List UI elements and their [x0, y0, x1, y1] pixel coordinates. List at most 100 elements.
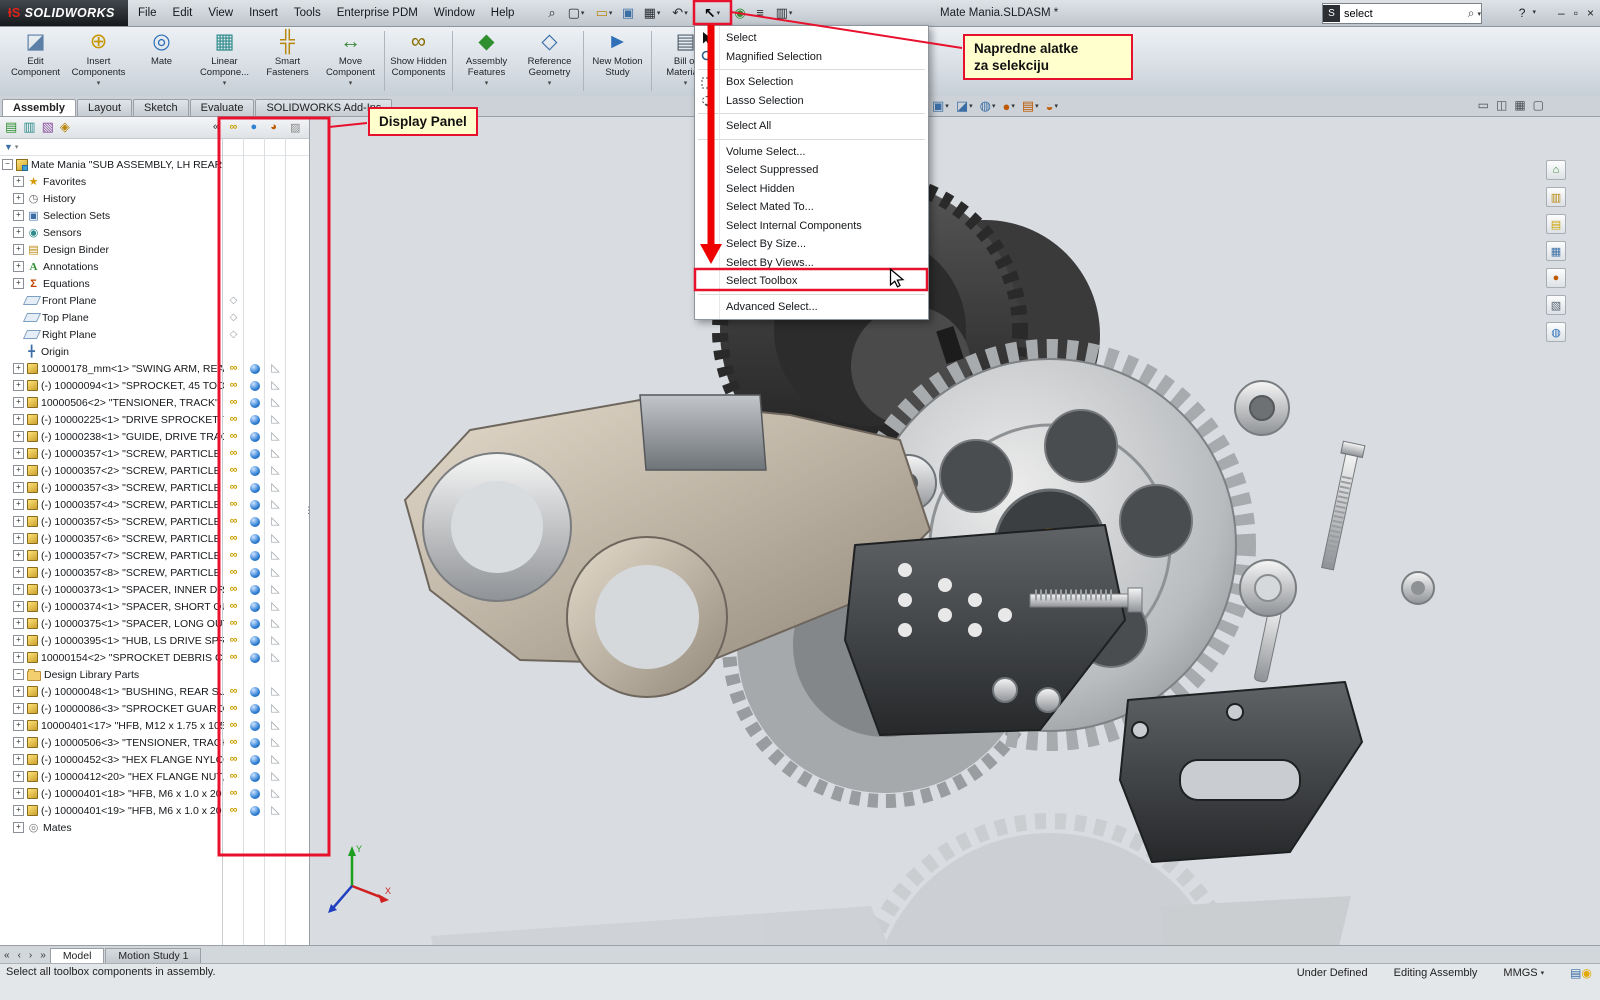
tree-item-10000412-20-hex-flange-nut[interactable]: + (-) 10000412<20> "HEX FLANGE NUT, [0, 768, 224, 785]
display-mode-cell[interactable] [244, 598, 265, 615]
transparency-header-icon[interactable]: ▨ [290, 121, 300, 134]
tree-item-10000357-3-screw-particle-b[interactable]: + (-) 10000357<3> "SCREW, PARTICLE B [0, 479, 224, 496]
graphics-viewport[interactable]: Y X ⌂ ▥ ▤ ▦ ● ▧ ◍ [311, 116, 1600, 946]
units-selector[interactable]: MMGS ▾ [1503, 967, 1544, 979]
menu-item-select-by-size[interactable]: Select By Size... [695, 235, 928, 254]
hex-bolt[interactable] [1035, 687, 1061, 713]
display-hide-cell[interactable]: ∞ [223, 683, 244, 700]
display-mode-cell[interactable] [244, 632, 265, 649]
display-mode-header-icon[interactable]: ● [251, 121, 258, 134]
display-hide-cell[interactable]: ∞ [223, 802, 244, 819]
tree-item-10000357-6-screw-particle-b[interactable]: + (-) 10000357<6> "SCREW, PARTICLE B [0, 530, 224, 547]
display-appearance-cell[interactable]: ◺ [265, 751, 286, 768]
display-mode-cell[interactable] [244, 768, 265, 785]
display-mode-cell[interactable] [244, 513, 265, 530]
search-scope-icon[interactable]: S [1323, 5, 1340, 22]
display-mode-cell[interactable] [244, 462, 265, 479]
display-hide-cell[interactable]: ∞ [223, 785, 244, 802]
quicktool-options-button[interactable]: ▥ ▾ [770, 2, 798, 24]
tree-expander-icon[interactable]: + [13, 176, 24, 187]
menu-item-select-toolbox[interactable]: Select Toolbox [695, 272, 928, 291]
dimxpert-tab-icon[interactable]: ◈ [60, 119, 70, 134]
viewport-pane-2-icon[interactable]: ◫ [1496, 98, 1507, 112]
display-hide-cell[interactable]: ∞ [223, 734, 244, 751]
washer[interactable] [1401, 571, 1435, 605]
display-appearance-cell[interactable]: ◺ [265, 445, 286, 462]
display-mode-cell[interactable] [244, 394, 265, 411]
display-mode-cell[interactable] [244, 496, 265, 513]
tree-expander-icon[interactable]: + [13, 210, 24, 221]
tree-item-10000374-1-spacer-short-ou[interactable]: + (-) 10000374<1> "SPACER, SHORT OU [0, 598, 224, 615]
tree-expander-icon[interactable]: + [13, 584, 24, 595]
menu-view[interactable]: View [200, 0, 241, 26]
display-appearance-cell[interactable]: ◺ [265, 802, 286, 819]
tab-evaluate[interactable]: Evaluate [189, 99, 255, 116]
display-mode-cell[interactable] [244, 649, 265, 666]
tree-item-10000357-5-screw-particle-b[interactable]: + (-) 10000357<5> "SCREW, PARTICLE B [0, 513, 224, 530]
display-hide-cell[interactable]: ∞ [223, 530, 244, 547]
quicktool-select-arrow-button[interactable]: ↖ ▾ [694, 2, 730, 24]
tree-expander-icon[interactable]: + [13, 771, 24, 782]
menu-item-advanced-select[interactable]: Advanced Select... [695, 298, 928, 317]
tree-item-10000357-8-screw-particle-b[interactable]: + (-) 10000357<8> "SCREW, PARTICLE B [0, 564, 224, 581]
tree-item-design-binder[interactable]: + ▤ Design Binder [0, 241, 224, 258]
tree-item-10000357-2-screw-particle-b[interactable]: + (-) 10000357<2> "SCREW, PARTICLE B [0, 462, 224, 479]
taskpane-forum-icon[interactable]: ◍ [1546, 322, 1566, 342]
tree-expander-icon[interactable]: + [13, 431, 24, 442]
ribbon-assembly-features-button[interactable]: ◆ Assembly Features ▾ [455, 26, 518, 96]
flange-nut[interactable] [1234, 380, 1290, 436]
tree-item-10000395-1-hub-ls-drive-spro[interactable]: + (-) 10000395<1> "HUB, LS DRIVE SPRO [0, 632, 224, 649]
display-appearance-cell[interactable]: ◺ [265, 785, 286, 802]
tab-scroll-first-button[interactable]: « [0, 950, 14, 961]
menu-item-select[interactable]: Select [695, 29, 928, 48]
quicktool-new-document-button[interactable]: ▢ ▾ [562, 2, 590, 24]
tree-expander-icon[interactable]: + [13, 516, 24, 527]
display-appearance-cell[interactable]: ◺ [265, 564, 286, 581]
taskpane-view-palette-icon[interactable]: ▦ [1546, 241, 1566, 261]
help-menu[interactable]: ? ▾ [1519, 0, 1536, 26]
menu-item-select-internal-components[interactable]: Select Internal Components [695, 217, 928, 236]
tree-item-10000357-1-screw-particle-b[interactable]: + (-) 10000357<1> "SCREW, PARTICLE B [0, 445, 224, 462]
display-mode-cell[interactable] [244, 734, 265, 751]
display-appearance-cell[interactable]: ◺ [265, 717, 286, 734]
display-hide-cell[interactable]: ∞ [223, 428, 244, 445]
hide-show-header-icon[interactable]: ∞ [230, 121, 238, 134]
display-hide-cell[interactable]: ∞ [223, 649, 244, 666]
menu-item-select-hidden[interactable]: Select Hidden [695, 180, 928, 199]
propertymanager-tab-icon[interactable]: ▥ [23, 119, 35, 134]
tree-expander-icon[interactable]: + [13, 822, 24, 833]
display-hide-cell[interactable]: ∞ [223, 445, 244, 462]
taskpane-design-library-icon[interactable]: ▥ [1546, 187, 1566, 207]
display-mode-cell[interactable] [244, 411, 265, 428]
tree-expander-icon[interactable]: + [13, 618, 24, 629]
filter-funnel-icon[interactable]: ▼ [4, 142, 13, 152]
tree-expander-icon[interactable]: + [13, 465, 24, 476]
display-hide-cell[interactable]: ∞ [223, 377, 244, 394]
ribbon-linear-compone-button[interactable]: ▦ Linear Compone... ▾ [193, 26, 256, 96]
display-mode-cell[interactable] [244, 802, 265, 819]
tree-item-mate-mania-sub-assembly-lh-rear-sw[interactable]: − Mate Mania "SUB ASSEMBLY, LH REAR SW [0, 156, 224, 173]
tree-item-origin[interactable]: ╋ Origin [0, 343, 224, 360]
tree-item-10000401-18-hfb-m6-x-1-0-x-20[interactable]: + (-) 10000401<18> "HFB, M6 x 1.0 x 20 [0, 785, 224, 802]
tab-scroll-next-button[interactable]: › [25, 950, 36, 961]
search-caret-icon[interactable]: ▾ [1477, 10, 1481, 18]
tree-item-favorites[interactable]: + ★ Favorites [0, 173, 224, 190]
tree-expander-icon[interactable]: + [13, 686, 24, 697]
display-mode-cell[interactable] [244, 564, 265, 581]
quicktool-rebuild-button[interactable]: ◉ [730, 2, 750, 24]
display-hide-cell[interactable]: ∞ [223, 547, 244, 564]
tree-item-10000373-1-spacer-inner-dri[interactable]: + (-) 10000373<1> "SPACER, INNER DRI [0, 581, 224, 598]
tree-item-10000401-19-hfb-m6-x-1-0-x-20[interactable]: + (-) 10000401<19> "HFB, M6 x 1.0 x 20 [0, 802, 224, 819]
display-appearance-cell[interactable]: ◺ [265, 496, 286, 513]
chain-guard[interactable] [1119, 681, 1363, 863]
viewport-pane-1-icon[interactable]: ▭ [1478, 98, 1489, 112]
display-appearance-cell[interactable]: ◺ [265, 377, 286, 394]
search-icon[interactable]: ⌕ [1468, 6, 1477, 21]
display-hide-cell[interactable]: ∞ [223, 496, 244, 513]
tree-item-10000452-3-hex-flange-nylo[interactable]: + (-) 10000452<3> "HEX FLANGE NYLO [0, 751, 224, 768]
display-appearance-cell[interactable]: ◺ [265, 700, 286, 717]
tree-expander-icon[interactable]: + [13, 397, 24, 408]
display-mode-cell[interactable] [244, 615, 265, 632]
hex-bolt[interactable] [992, 677, 1018, 703]
tree-expander-icon[interactable]: − [13, 669, 24, 680]
